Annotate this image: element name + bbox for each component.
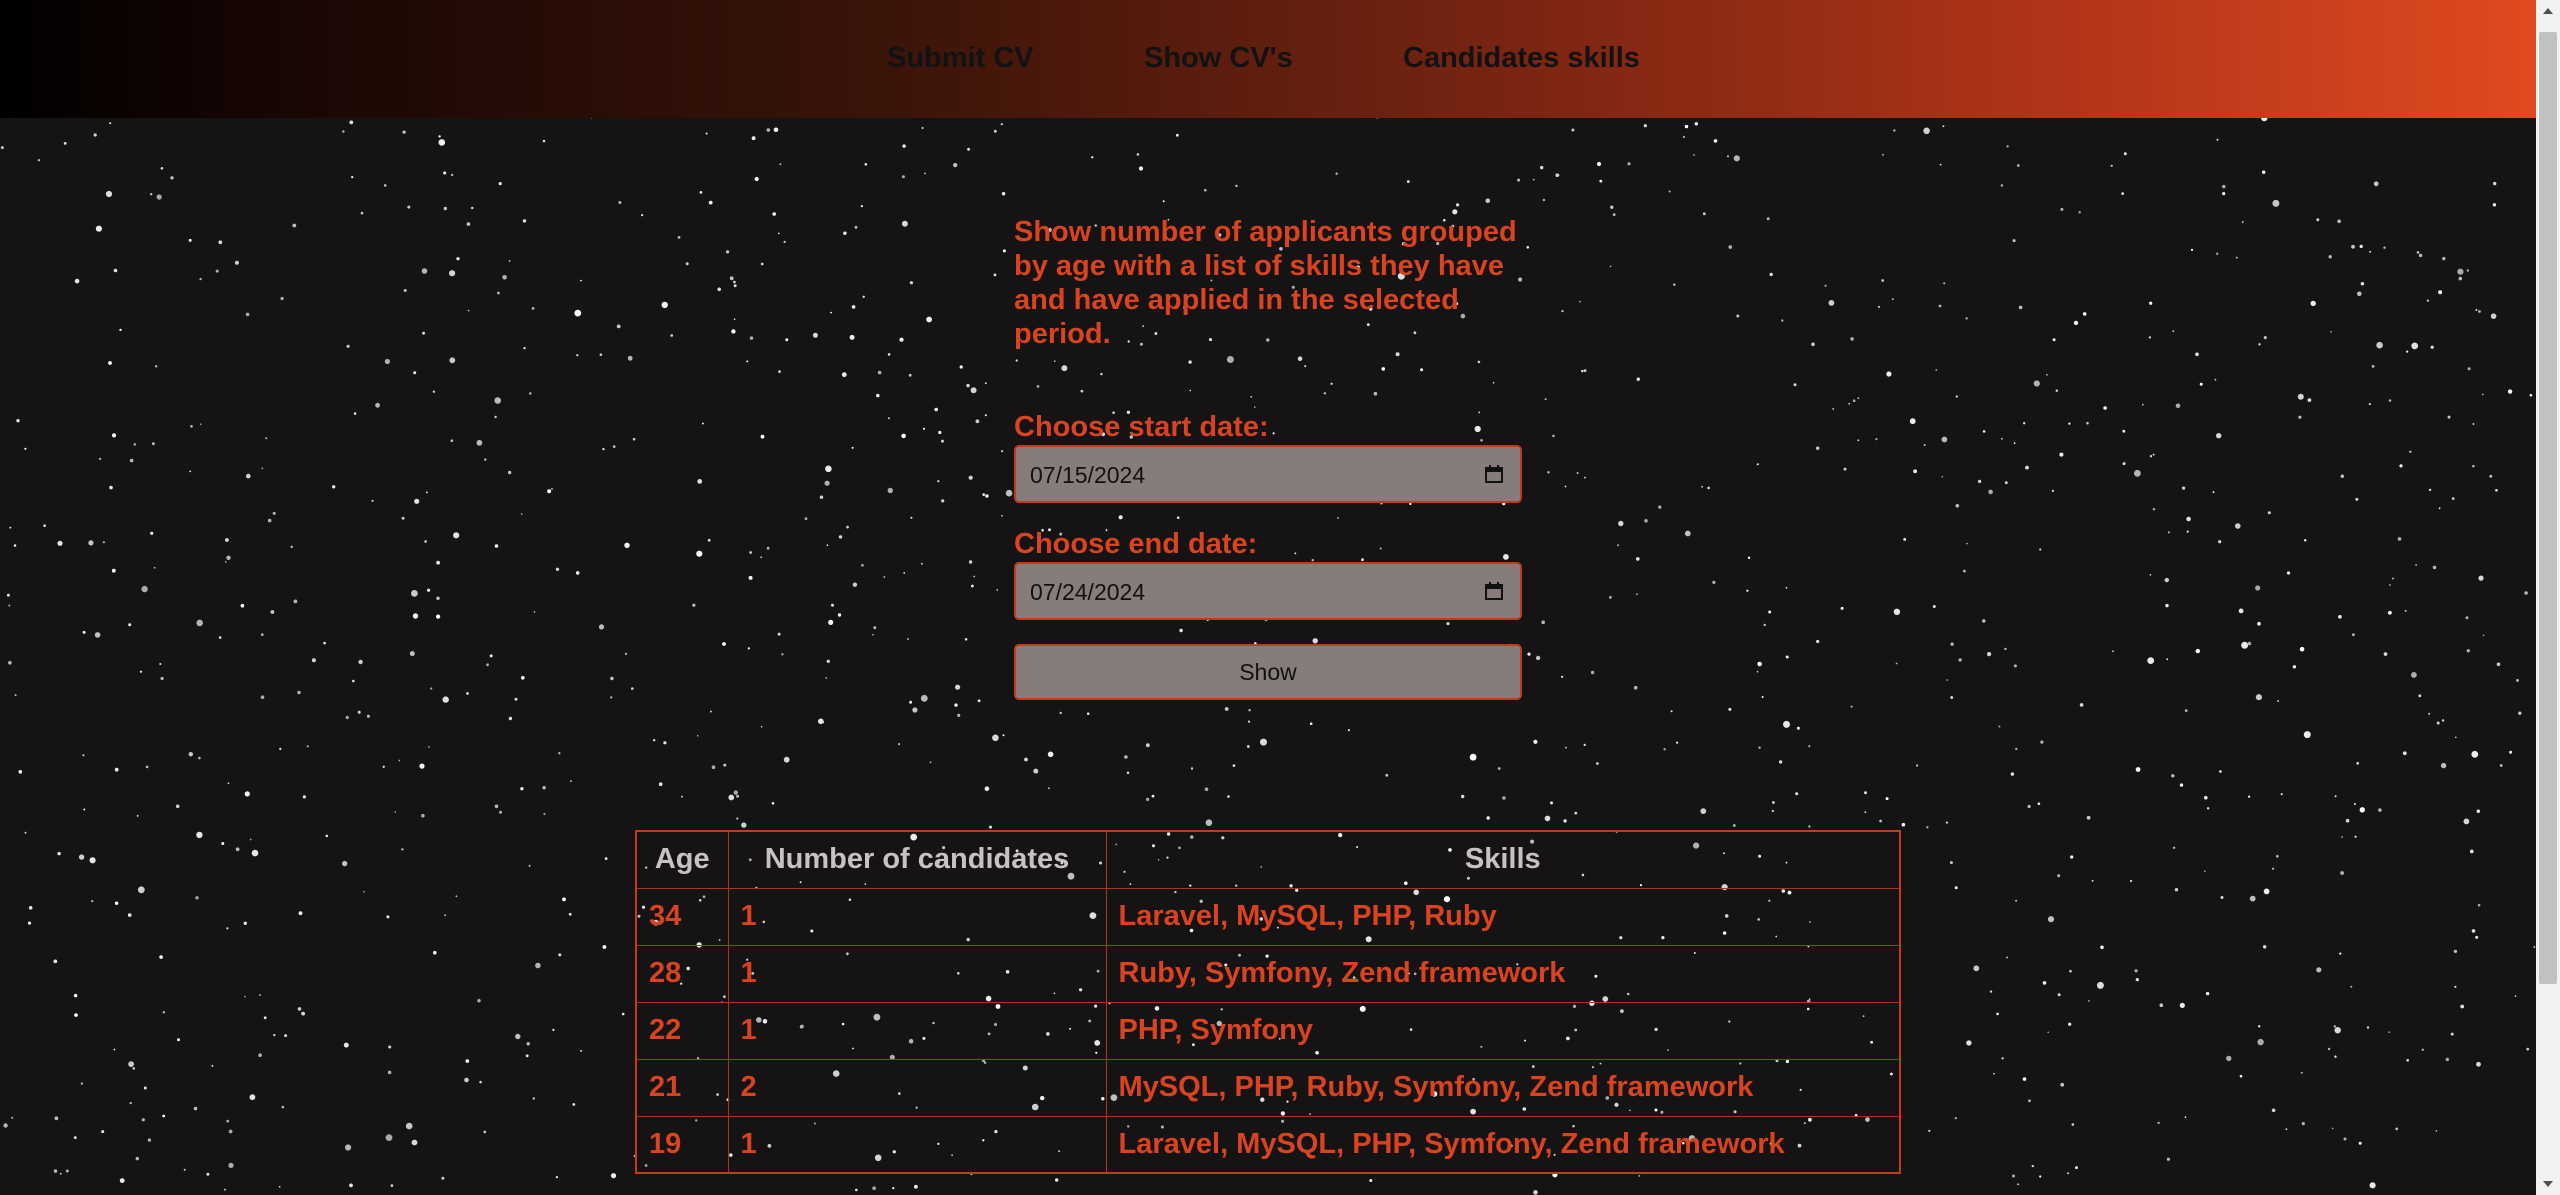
age-cell: 22	[635, 1001, 729, 1060]
count-cell: 1	[727, 1115, 1107, 1174]
skills-cell: MySQL, PHP, Ruby, Symfony, Zend framewor…	[1105, 1058, 1901, 1117]
skills-cell: PHP, Symfony	[1105, 1001, 1901, 1060]
count-cell: 1	[727, 944, 1107, 1003]
start-date-value: 07/15/2024	[1030, 462, 1146, 488]
skills-cell: Ruby, Symfony, Zend framework	[1105, 944, 1901, 1003]
skills-cell: Laravel, MySQL, PHP, Symfony, Zend frame…	[1105, 1115, 1901, 1174]
count-cell: 1	[727, 887, 1107, 946]
show-button[interactable]: Show	[1014, 644, 1522, 700]
header-number-of-candidates: Number of candidates	[727, 830, 1107, 889]
table-row: 28 1 Ruby, Symfony, Zend framework	[635, 944, 1901, 1003]
start-date-label: Choose start date:	[1014, 411, 1269, 443]
scroll-up-icon[interactable]	[2543, 8, 2553, 14]
results-table: Age Number of candidates Skills 34 1 Lar…	[635, 830, 1901, 1174]
table-row: 34 1 Laravel, MySQL, PHP, Ruby	[635, 887, 1901, 946]
count-cell: 1	[727, 1001, 1107, 1060]
main-content: Show number of applicants grouped by age…	[0, 0, 2536, 1195]
table-row: 21 2 MySQL, PHP, Ruby, Symfony, Zend fra…	[635, 1058, 1901, 1117]
age-cell: 34	[635, 887, 729, 946]
scrollbar-thumb[interactable]	[2539, 32, 2557, 984]
end-date-label: Choose end date:	[1014, 528, 1258, 560]
page-description: Show number of applicants grouped by age…	[1014, 216, 1517, 350]
header-age: Age	[635, 830, 729, 889]
age-cell: 21	[635, 1058, 729, 1117]
age-cell: 19	[635, 1115, 729, 1174]
table-row: 19 1 Laravel, MySQL, PHP, Symfony, Zend …	[635, 1115, 1901, 1174]
calendar-icon[interactable]	[1484, 464, 1504, 484]
table-row: 22 1 PHP, Symfony	[635, 1001, 1901, 1060]
count-cell: 2	[727, 1058, 1107, 1117]
header-skills: Skills	[1105, 830, 1901, 889]
skills-cell: Laravel, MySQL, PHP, Ruby	[1105, 887, 1901, 946]
end-date-input[interactable]: 07/24/2024	[1014, 562, 1522, 620]
start-date-input[interactable]: 07/15/2024	[1014, 445, 1522, 503]
calendar-icon[interactable]	[1484, 581, 1504, 601]
scroll-down-icon[interactable]	[2543, 1181, 2553, 1187]
end-date-value: 07/24/2024	[1030, 579, 1146, 605]
age-cell: 28	[635, 944, 729, 1003]
table-header-row: Age Number of candidates Skills	[635, 830, 1901, 889]
vertical-scrollbar[interactable]	[2536, 0, 2560, 1195]
